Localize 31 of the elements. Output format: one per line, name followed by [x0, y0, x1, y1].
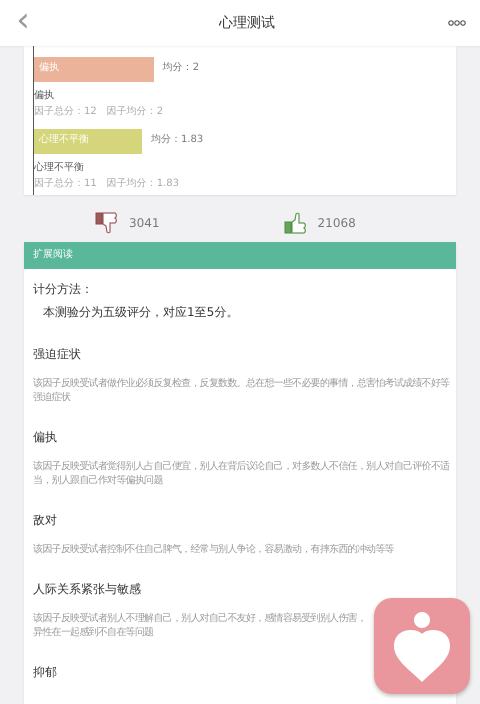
factor-heading: 敌对: [33, 512, 58, 529]
description-line: 该因子反映受试者觉得别人占自己便宜，别人在背后议论自己，对多数人不信任，别人对自己评价不适: [33, 460, 450, 474]
factor-total: 因子总分：11: [34, 176, 97, 190]
method-text: 本测验分为五级评分，对应1至5分。: [43, 304, 240, 321]
description-line: 该因子反映受试者别人不理解自己，别人对自己不友好，感情容易受到别人伤害，: [33, 612, 367, 626]
more-icon[interactable]: [448, 19, 466, 27]
heart-person-icon: [391, 610, 453, 682]
description-line: 强迫症状: [33, 391, 72, 405]
average-score: 均分：1.83: [150, 133, 204, 146]
description-line: 异性在一起感到不自在等问题: [33, 626, 154, 640]
description-line: 当，别人跟自己作对等偏执问题: [33, 474, 164, 488]
factor-average: 因子均分：1.83: [106, 177, 179, 190]
factor-heading: 偏执: [33, 429, 58, 446]
factor-total: 因子总分：12: [34, 104, 97, 118]
chart-bar: 偏执: [34, 57, 154, 82]
factor-average: 因子均分：2: [106, 105, 164, 118]
page-title: 心理测试: [218, 14, 276, 32]
description-line: 该因子反映受试者做作业必须反复检查，反复数数。总在想一些不必要的事情，总害怕考试成绩不好等: [33, 377, 450, 391]
factor-name: 心理不平衡: [34, 160, 85, 174]
average-score: 均分：2: [162, 61, 200, 74]
method-label: 计分方法：: [33, 281, 94, 298]
description-line: 该因子反映受试者控制不住自己脾气，经常与别人争论，容易激动，有摔东西的冲动等等: [33, 543, 395, 557]
section-header: 扩展阅读: [24, 242, 456, 269]
factor-heading: 人际关系紧张与敏感: [33, 581, 142, 598]
factor-name: 偏执: [34, 88, 55, 102]
dislike-button[interactable]: 3041: [95, 210, 160, 234]
factor-heading: 抑郁: [33, 664, 58, 681]
factor-heading: 强迫症状: [33, 346, 82, 363]
chart-bar: 心理不平衡: [34, 129, 142, 154]
back-button[interactable]: ‹: [0, 0, 46, 40]
like-button[interactable]: 21068: [284, 210, 356, 234]
